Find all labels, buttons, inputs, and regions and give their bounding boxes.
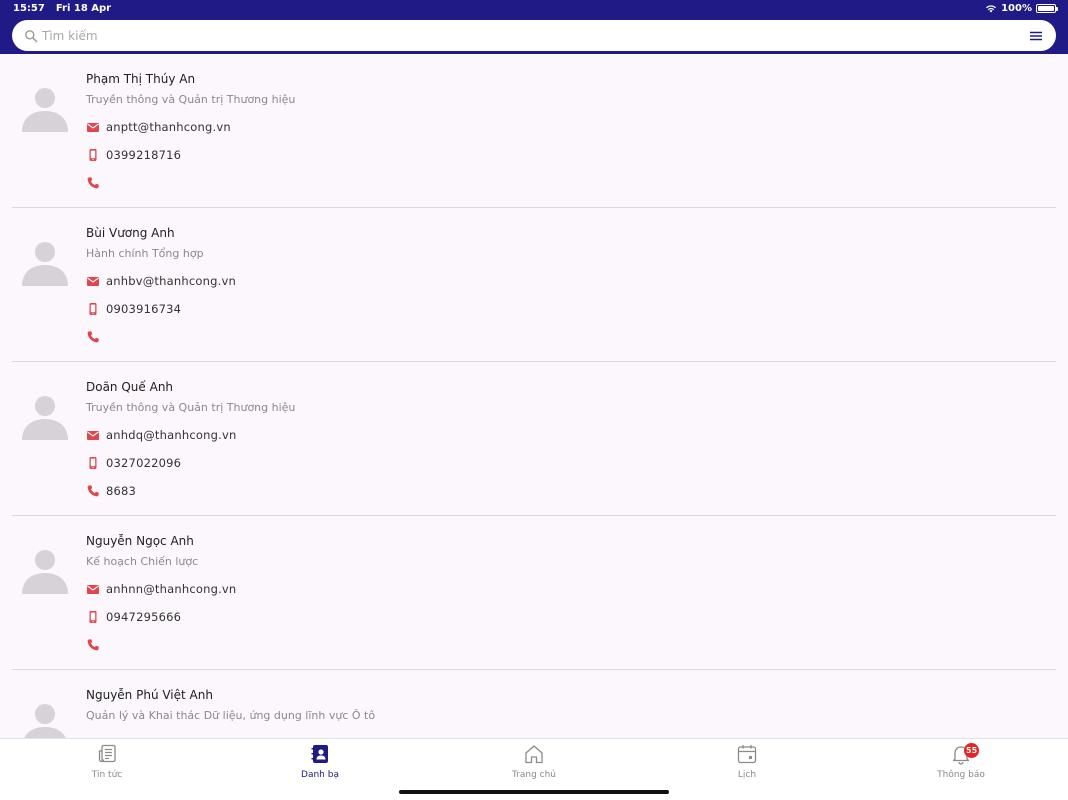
- contact-item[interactable]: Bùi Vương Anh Hành chính Tổng hợp anhbv@…: [12, 208, 1056, 362]
- avatar-placeholder-icon: [22, 88, 68, 132]
- tab-label: Thông báo: [937, 770, 985, 780]
- contact-mobile[interactable]: 0903916734: [106, 302, 181, 316]
- mobile-icon: [89, 303, 97, 315]
- search-bar[interactable]: [12, 20, 1056, 51]
- contact-item[interactable]: Nguyễn Ngọc Anh Kế hoạch Chiến lược anhn…: [12, 516, 1056, 670]
- search-icon: [25, 29, 38, 42]
- tab-notifications[interactable]: 55 Thông báo: [901, 743, 1021, 780]
- news-icon: [98, 744, 116, 763]
- tab-label: Lịch: [737, 770, 757, 780]
- contact-email[interactable]: anhbv@thanhcong.vn: [106, 274, 236, 288]
- avatar-placeholder-icon: [22, 550, 68, 594]
- contact-item[interactable]: Nguyễn Phú Việt Anh Quản lý và Khai thác…: [12, 670, 1056, 738]
- wifi-icon: [986, 5, 997, 13]
- status-bar: 15:57 Fri 18 Apr 100%: [0, 0, 1068, 18]
- tab-contacts[interactable]: Danh bạ: [260, 743, 380, 780]
- contact-item[interactable]: Doãn Quế Anh Truyền thông và Quản trị Th…: [12, 362, 1056, 516]
- email-icon: [87, 123, 99, 132]
- search-input[interactable]: [42, 28, 1028, 43]
- mobile-icon: [89, 149, 97, 161]
- tab-home[interactable]: Trang chủ: [474, 743, 594, 780]
- contact-name: Nguyễn Ngọc Anh: [86, 534, 194, 548]
- contact-email-row[interactable]: anptt@thanhcong.vn: [86, 113, 295, 141]
- contact-phone-row[interactable]: [86, 323, 236, 351]
- contact-email-row[interactable]: [86, 729, 375, 738]
- status-time: 15:57: [13, 3, 45, 14]
- contact-email-row[interactable]: anhnn@thanhcong.vn: [86, 575, 236, 603]
- contact-mobile-row[interactable]: 0327022096: [86, 449, 295, 477]
- mobile-icon: [89, 457, 97, 469]
- phone-icon: [87, 485, 99, 497]
- contact-email[interactable]: anptt@thanhcong.vn: [106, 120, 231, 134]
- tab-label: Tin tức: [91, 770, 123, 780]
- tab-calendar[interactable]: Lịch: [687, 743, 807, 780]
- tab-news[interactable]: Tin tức: [47, 743, 167, 780]
- contact-name: Nguyễn Phú Việt Anh: [86, 688, 213, 702]
- contact-mobile-row[interactable]: 0399218716: [86, 141, 295, 169]
- contact-phone[interactable]: 8683: [106, 484, 136, 498]
- notification-badge: 55: [964, 743, 980, 758]
- contacts-icon: [311, 745, 328, 763]
- tab-label: Trang chủ: [511, 770, 557, 780]
- phone-icon: [87, 331, 99, 343]
- contact-phone-row[interactable]: [86, 169, 295, 197]
- contact-mobile-row[interactable]: 0947295666: [86, 603, 236, 631]
- contact-email[interactable]: anhdq@thanhcong.vn: [106, 428, 236, 442]
- contact-phone-row[interactable]: [86, 631, 236, 659]
- contact-phone-row[interactable]: 8683: [86, 477, 295, 505]
- contact-mobile-row[interactable]: 0903916734: [86, 295, 236, 323]
- contact-department: Hành chính Tổng hợp: [86, 247, 204, 260]
- app-header: 15:57 Fri 18 Apr 100%: [0, 0, 1068, 54]
- contact-department: Quản lý và Khai thác Dữ liệu, ứng dụng l…: [86, 709, 376, 722]
- avatar-placeholder-icon: [22, 396, 68, 440]
- contact-department: Truyền thông và Quản trị Thương hiệu: [86, 401, 296, 414]
- menu-icon[interactable]: [1028, 28, 1044, 44]
- tab-label: Danh bạ: [301, 770, 339, 780]
- contact-email[interactable]: anhnn@thanhcong.vn: [106, 582, 236, 596]
- status-date: Fri 18 Apr: [55, 3, 112, 14]
- contact-email-row[interactable]: anhbv@thanhcong.vn: [86, 267, 236, 295]
- contact-item[interactable]: Phạm Thị Thúy An Truyền thông và Quản tr…: [12, 54, 1056, 208]
- contact-department: Truyền thông và Quản trị Thương hiệu: [86, 93, 296, 106]
- contact-mobile[interactable]: 0947295666: [106, 610, 181, 624]
- contact-name: Bùi Vương Anh: [86, 226, 175, 240]
- contact-mobile[interactable]: 0399218716: [106, 148, 181, 162]
- contact-department: Kế hoạch Chiến lược: [86, 555, 199, 568]
- contact-mobile[interactable]: 0327022096: [106, 456, 181, 470]
- home-icon: [525, 745, 543, 764]
- home-indicator: [399, 790, 669, 794]
- battery-icon: [1036, 4, 1058, 13]
- phone-icon: [87, 639, 99, 651]
- email-icon: [87, 431, 99, 440]
- contact-name: Phạm Thị Thúy An: [86, 72, 196, 86]
- contact-email-row[interactable]: anhdq@thanhcong.vn: [86, 421, 295, 449]
- battery-percent: 100%: [1001, 3, 1032, 14]
- mobile-icon: [89, 611, 97, 623]
- contact-list[interactable]: Phạm Thị Thúy An Truyền thông và Quản tr…: [0, 54, 1068, 738]
- email-icon: [87, 277, 99, 286]
- calendar-icon: [737, 745, 757, 764]
- avatar-placeholder-icon: [24, 704, 66, 738]
- avatar-placeholder-icon: [22, 242, 68, 286]
- contact-name: Doãn Quế Anh: [86, 380, 174, 394]
- email-icon: [87, 585, 99, 594]
- phone-icon: [87, 177, 99, 189]
